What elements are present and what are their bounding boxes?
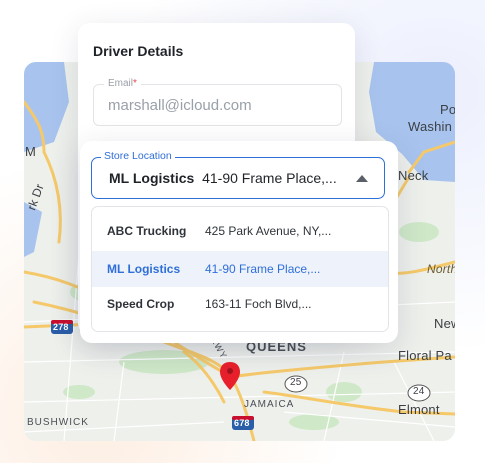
route-278-label: 278	[53, 322, 69, 332]
chevron-up-icon[interactable]	[356, 175, 368, 182]
store-option-speed-crop[interactable]: Speed Crop 163-11 Foch Blvd,...	[92, 286, 388, 322]
store-options-list: ABC Trucking 425 Park Avenue, NY,... ML …	[91, 206, 389, 332]
option-address: 425 Park Avenue, NY,...	[205, 224, 332, 238]
store-option-abc-trucking[interactable]: ABC Trucking 425 Park Avenue, NY,...	[92, 213, 388, 249]
store-location-label: Store Location	[101, 150, 175, 162]
store-location-value: ML Logistics 41-90 Frame Place,...	[109, 170, 337, 186]
map-label-m: M	[25, 144, 37, 159]
email-label: Email*	[104, 78, 141, 89]
email-field[interactable]: Email* marshall@icloud.com	[93, 78, 342, 126]
route-24-label: 24	[413, 386, 425, 397]
map-label-bushwick: BUSHWICK	[27, 417, 89, 428]
store-location-select[interactable]: Store Location ML Logistics 41-90 Frame …	[91, 150, 385, 199]
required-mark: *	[133, 78, 137, 89]
selected-store-address: 41-90 Frame Place,...	[202, 170, 337, 186]
email-label-text: Email	[108, 78, 134, 89]
card-title: Driver Details	[93, 43, 184, 59]
option-name: ABC Trucking	[107, 224, 187, 238]
selected-store-name: ML Logistics	[109, 170, 195, 186]
option-address: 41-90 Frame Place,...	[205, 262, 321, 276]
option-name: ML Logistics	[107, 262, 181, 276]
map-label-floral-park: Floral Pa	[398, 348, 452, 363]
route-25-label: 25	[290, 377, 302, 388]
map-label-jamaica: JAMAICA	[244, 399, 295, 410]
option-address: 163-11 Foch Blvd,...	[205, 297, 312, 311]
route-678-label: 678	[234, 418, 250, 428]
map-label-north: North	[427, 262, 455, 276]
option-name: Speed Crop	[107, 297, 175, 311]
map-label-washington: Washin	[408, 119, 453, 134]
map-label-neck: Neck	[398, 168, 429, 183]
store-option-ml-logistics[interactable]: ML Logistics 41-90 Frame Place,...	[92, 251, 388, 287]
map-label-port: Por	[440, 102, 455, 117]
map-label-elmont: Elmont	[398, 402, 440, 417]
map-label-new: New	[434, 316, 455, 331]
email-value: marshall@icloud.com	[108, 97, 252, 114]
